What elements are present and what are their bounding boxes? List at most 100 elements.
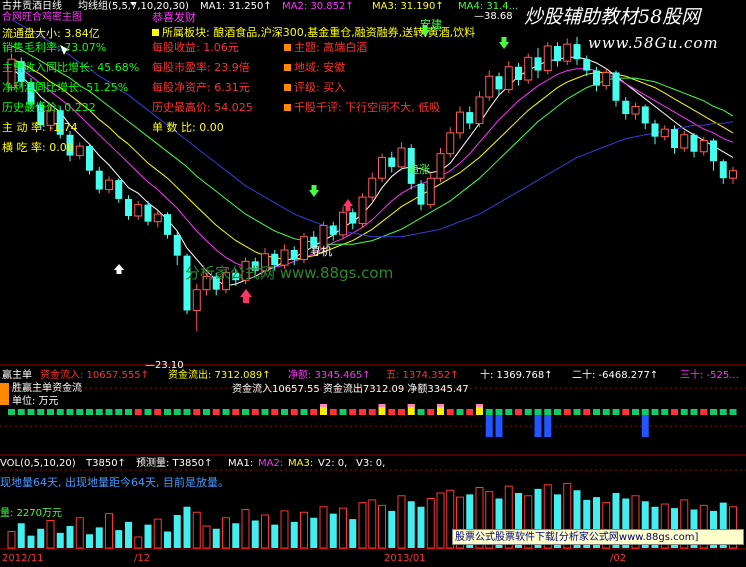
volume-bar [144,524,152,548]
flow-bar [651,409,659,415]
flow-bar [544,409,552,415]
info-profit-growth: 净利润同比增长: 51.25% [2,81,129,94]
info-pe: 每股市盈率: 23.9倍 [152,61,250,74]
candle [563,38,572,65]
candle [300,233,308,264]
flow-bar [125,409,132,415]
volume-bar [192,511,201,549]
flow-bar [524,409,532,415]
candle [534,47,542,79]
flow-bar [261,409,269,415]
flow-bar [456,409,464,415]
candle [368,172,377,201]
flow-bar-top [476,404,483,407]
watermark-title: 炒股辅助教材58股网 [524,6,701,28]
volume-bar [86,534,93,548]
info-absorb-rate: 横 吃 率: 0.00 [2,141,74,154]
volume-bar [319,506,328,549]
candle [426,172,435,209]
ma-line-ma5 [11,19,734,238]
high-price-value: 38.68 [484,11,513,22]
volume-bar [417,506,425,548]
flow-bar-negative [544,415,552,437]
candle [543,42,552,75]
volume-bar [115,530,123,548]
vol-v2: V2: 0, [318,458,348,469]
flow-bar [281,409,288,415]
flow-bar [17,409,25,415]
volume-bar [280,510,289,549]
flow-bar [27,409,35,415]
candle [495,72,503,96]
flow-bar [134,409,142,415]
volume-bar [368,499,377,549]
vol-base: 量: 2270万元 [0,508,62,519]
candle [183,253,191,315]
vol-ma2: MA2: [258,458,284,469]
flow-bar [105,409,113,415]
flow-bar [671,409,678,415]
volume-bar [134,536,143,549]
flow-sub-title: 胜赢主单资金流 [12,383,82,394]
candle [339,206,347,239]
candle [641,104,649,130]
flow-bar [612,409,620,415]
candle [485,70,494,101]
candle [660,125,669,141]
flow-bar-top [320,404,327,407]
volume-bar [56,532,64,548]
flow-bar [164,409,171,415]
signal-chase: 追涨 [408,163,430,176]
flow-bar [417,409,425,415]
volume-bar [407,501,415,548]
candle [456,106,464,139]
ad-banner[interactable]: 股票公式股票软件下载[分析家公式网www.88gs.com] [452,529,744,545]
candle [134,200,143,220]
flow-bar-negative [641,415,649,437]
flow-bar [700,409,708,415]
candle [475,91,484,128]
info-theme-text: 主题: 高端白酒 [294,41,368,54]
flow-bar [427,409,435,415]
flow-bar [602,409,610,415]
candle [612,70,620,107]
flow-bar [632,409,639,415]
flow-bar [388,409,396,415]
flow-bar [212,409,220,415]
flow-bar-top [378,404,386,407]
flow-bar [495,409,503,415]
volume-bar [378,504,386,549]
candle [105,176,113,194]
info-order-ratio: 单 数 比: 0.00 [152,121,224,134]
flow-bar [583,409,591,415]
vol-description: 现地量64天, 出现地量距今64天, 目前是放量。 [0,476,229,489]
volume-bar [300,511,308,549]
candle [602,68,611,90]
volume-bar [232,523,240,548]
flow-bar [593,409,600,415]
flow-bar [661,409,669,415]
volume-bar [261,514,269,549]
volume-bar [310,517,318,548]
volume-bar [37,528,45,548]
ma1-readout: MA1: 31.250↑ [200,1,272,12]
info-active-rate: 主 动 率: -1.74 [2,121,78,134]
info-comment: 千股千评: 下行空间不大, 低吸 [284,101,440,114]
flow-ten-readout: 十: 1369.768↑ [480,370,553,381]
volume-bar [329,513,337,548]
flow-summary: 资金流入10657.55 资金流出7312.09 净额3345.47 [232,384,469,395]
flow-bar [368,409,376,415]
candle [719,159,727,184]
flow-bar [154,409,162,415]
candle [349,208,357,230]
candle [554,42,561,67]
flow-bar [446,409,454,415]
signal-anjian: 安建 [420,18,442,31]
vol-panel-name: VOL(0,5,10,20) [0,458,76,469]
ma3-readout: MA3: 31.190↑ [372,1,444,12]
flow-bar [300,409,308,415]
candle [388,151,396,173]
flow-bar [505,409,513,415]
candle [573,36,581,65]
flow-bar-negative [495,415,503,437]
